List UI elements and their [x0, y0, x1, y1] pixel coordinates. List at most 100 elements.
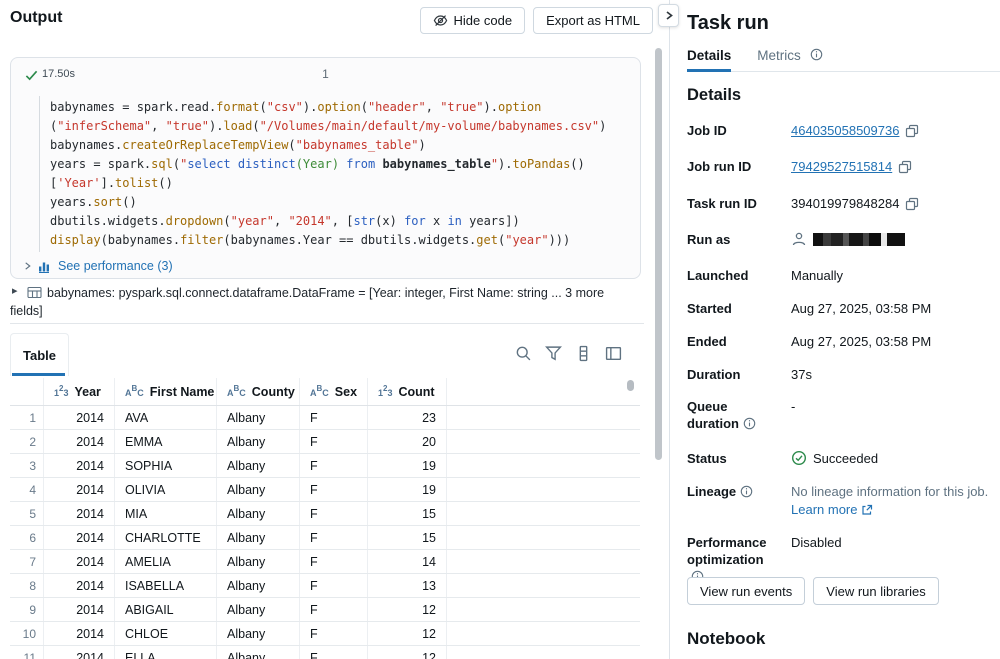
code-line: dbutils.widgets.dropdown("year", "2014",…: [50, 212, 640, 231]
table-row[interactable]: 32014SOPHIAAlbanyF19: [10, 454, 640, 478]
active-tab-underline: [12, 373, 65, 376]
string-type-icon: ABC: [125, 385, 144, 399]
table-row[interactable]: 72014AMELIAAlbanyF14: [10, 550, 640, 574]
table-scrollbar[interactable]: [627, 380, 634, 391]
table-icon: [27, 286, 42, 299]
numeric-type-icon: 123: [378, 385, 392, 399]
job-run-id-link[interactable]: 79429527515814: [791, 158, 892, 176]
chevron-right-icon: [664, 10, 674, 21]
code-line: years = spark.sql("select distinct(Year)…: [50, 155, 640, 174]
table-row[interactable]: 42014OLIVIAAlbanyF19: [10, 478, 640, 502]
output-header-buttons: Hide code Export as HTML: [420, 7, 653, 34]
field-label: Status: [687, 450, 787, 467]
table-row[interactable]: 102014CHLOEAlbanyF12: [10, 622, 640, 646]
code-line: years.sort(): [50, 193, 640, 212]
panel-buttons: View run events View run libraries: [687, 577, 939, 605]
table-row[interactable]: 92014ABIGAILAlbanyF12: [10, 598, 640, 622]
column-header-count[interactable]: 123Count: [368, 378, 447, 405]
job-id-link[interactable]: 464035058509736: [791, 122, 899, 140]
column-header-county[interactable]: ABCCounty: [217, 378, 300, 405]
table-row[interactable]: 112014ELLAAlbanyF12: [10, 646, 640, 659]
field-label: Launched: [687, 267, 787, 284]
column-header-year[interactable]: 123Year: [44, 378, 115, 405]
string-type-icon: ABC: [310, 385, 329, 399]
field-value: Aug 27, 2025, 03:58 PM: [791, 300, 931, 318]
copy-icon[interactable]: [898, 160, 912, 174]
dataframe-result-row[interactable]: ▸ babynames: pyspark.sql.connect.datafra…: [10, 284, 644, 324]
field-value: Aug 27, 2025, 03:58 PM: [791, 333, 931, 351]
task-run-page: Output Hide code Export as HTML 17.50s 1…: [0, 0, 1000, 659]
table-toolbar: [513, 343, 623, 363]
expand-triangle-icon[interactable]: ▸: [12, 284, 18, 297]
eye-off-icon: [433, 13, 448, 28]
field-label: Duration: [687, 366, 787, 383]
export-html-button[interactable]: Export as HTML: [533, 7, 653, 34]
field-value: 37s: [791, 366, 812, 384]
field-label: Ended: [687, 333, 787, 350]
code-line: ("inferSchema", "true").load("/Volumes/m…: [50, 117, 640, 136]
collapse-panel-button[interactable]: [658, 4, 679, 27]
table-row[interactable]: 82014ISABELLAAlbanyF13: [10, 574, 640, 598]
field-label: Task run ID: [687, 195, 787, 212]
external-link-icon: [861, 504, 873, 516]
rows-icon[interactable]: [573, 343, 593, 363]
filter-icon[interactable]: [543, 343, 563, 363]
user-icon: [791, 231, 807, 247]
view-run-libraries-button[interactable]: View run libraries: [813, 577, 938, 605]
output-panel: Output Hide code Export as HTML 17.50s 1…: [0, 0, 669, 659]
status-text: Succeeded: [813, 450, 878, 468]
lineage-message: No lineage information for this job.: [791, 484, 988, 499]
column-header-sex[interactable]: ABCSex: [300, 378, 368, 405]
output-scrollbar[interactable]: [655, 48, 662, 460]
field-value: 394019979848284: [791, 195, 899, 213]
table-row[interactable]: 12014AVAAlbanyF23: [10, 406, 640, 430]
field-value: -: [791, 398, 795, 416]
field-label: Run as: [687, 231, 787, 248]
field-label: Started: [687, 300, 787, 317]
notebook-section-title: Notebook: [687, 629, 765, 649]
hide-code-label: Hide code: [454, 13, 513, 28]
code-line: display(babynames.filter(babynames.Year …: [50, 231, 640, 250]
table-row[interactable]: 62014CHARLOTTEAlbanyF15: [10, 526, 640, 550]
view-run-events-button[interactable]: View run events: [687, 577, 805, 605]
task-run-panel: Task run Details Metrics Details Job ID4…: [669, 0, 1000, 659]
copy-icon[interactable]: [905, 124, 919, 138]
field-label: Queue duration: [687, 398, 771, 432]
tab-table-label: Table: [23, 348, 56, 363]
info-icon[interactable]: [743, 417, 756, 430]
bar-chart-icon: [38, 259, 52, 273]
field-value: Manually: [791, 267, 843, 285]
column-header-first-name[interactable]: ABCFirst Name: [115, 378, 217, 405]
table-row[interactable]: 52014MIAAlbanyF15: [10, 502, 640, 526]
panel-layout-icon[interactable]: [603, 343, 623, 363]
result-tab-bar: Table: [10, 331, 641, 375]
table-header-row: 123YearABCFirst NameABCCountyABCSex123Co…: [10, 378, 640, 406]
info-icon[interactable]: [740, 485, 753, 498]
details-fields: Job ID464035058509736Job run ID794295275…: [687, 0, 990, 659]
tab-table[interactable]: Table: [10, 333, 69, 376]
code-line: babynames = spark.read.format("csv").opt…: [50, 98, 640, 117]
cell-header: 17.50s 1: [11, 58, 640, 90]
hide-code-button[interactable]: Hide code: [420, 7, 526, 34]
field-label: Job run ID: [687, 158, 787, 175]
see-performance-row[interactable]: See performance (3): [23, 259, 640, 273]
numeric-type-icon: 123: [54, 385, 68, 399]
see-performance-link: See performance (3): [58, 259, 173, 273]
copy-icon[interactable]: [905, 197, 919, 211]
results-table: 123YearABCFirst NameABCCountyABCSex123Co…: [10, 378, 640, 659]
search-icon[interactable]: [513, 343, 533, 363]
code-line: babynames.createOrReplaceTempView("babyn…: [50, 136, 640, 155]
success-check-icon: [25, 69, 38, 82]
expand-chevron-icon: [23, 261, 32, 271]
cell-duration: 17.50s: [42, 68, 75, 80]
cell-number: 1: [322, 67, 329, 81]
learn-more-link[interactable]: Learn more: [791, 501, 873, 519]
redacted-user-name: [813, 233, 905, 246]
table-row[interactable]: 22014EMMAAlbanyF20: [10, 430, 640, 454]
notebook-cell: 17.50s 1 babynames = spark.read.format("…: [10, 57, 641, 279]
code-block[interactable]: babynames = spark.read.format("csv").opt…: [39, 96, 640, 252]
field-label: Lineage: [687, 483, 787, 500]
dataframe-summary: babynames: pyspark.sql.connect.dataframe…: [10, 284, 644, 320]
page-title: Output: [10, 9, 62, 27]
field-value: Disabled: [791, 534, 842, 552]
